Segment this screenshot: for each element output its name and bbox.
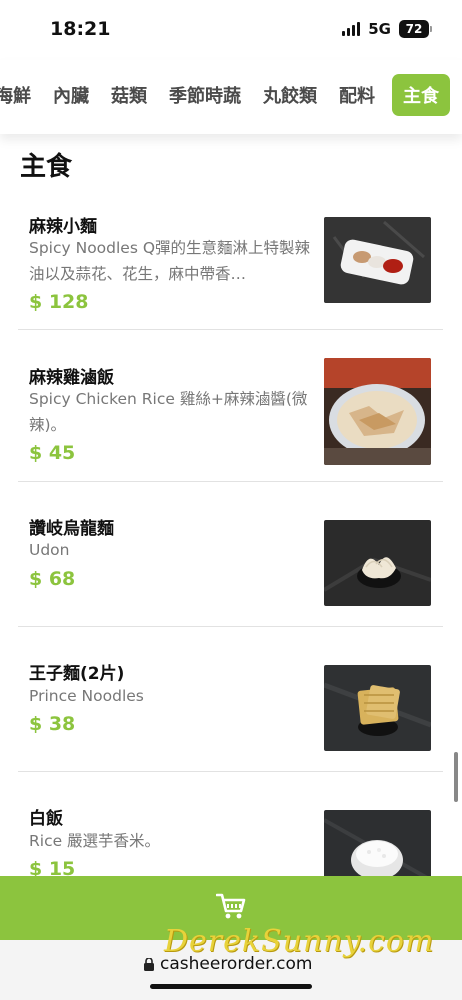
tab-dumplings[interactable]: 丸餃類 (252, 74, 328, 116)
tab-mushrooms[interactable]: 菇類 (100, 74, 158, 116)
menu-item[interactable]: 麻辣小麵 Spicy Noodles Q彈的生意麵淋上特製辣油以及蒜花、花生，麻… (18, 196, 443, 330)
section-title: 主食 (20, 152, 73, 182)
item-name: 麻辣雞滷飯 (29, 368, 114, 388)
item-description: Spicy Chicken Rice 雞絲+麻辣滷醬(微辣)。 (29, 390, 308, 434)
battery-icon: 72 (399, 20, 432, 38)
tab-toppings[interactable]: 配料 (328, 74, 386, 116)
signal-icon (342, 22, 361, 36)
item-name: 白飯 (29, 809, 63, 829)
item-description: Rice 嚴選芋香米。 (29, 832, 161, 850)
menu-item[interactable]: 讚岐烏龍麵 Udon $ 68 (18, 482, 443, 627)
battery-level: 72 (399, 20, 429, 38)
item-description: Spicy Noodles Q彈的生意麵淋上特製辣油以及蒜花、花生，麻中帶香… (29, 239, 311, 283)
tab-seafood[interactable]: 海鮮 (0, 74, 42, 116)
tab-staples[interactable]: 主食 (392, 74, 450, 116)
tab-row: 海鮮 內臟 菇類 季節時蔬 丸餃類 配料 主食 (0, 74, 450, 116)
item-price: $ 45 (29, 442, 76, 464)
scrollbar[interactable] (454, 752, 458, 802)
menu-item[interactable]: 王子麵(2片) Prince Noodles $ 38 (18, 627, 443, 772)
item-price: $ 128 (29, 291, 89, 313)
food-image[interactable] (324, 520, 431, 606)
status-bar: 18:21 5G 72 (0, 0, 462, 56)
status-time: 18:21 (50, 18, 111, 40)
home-indicator[interactable] (150, 984, 312, 989)
status-indicators: 5G 72 (342, 20, 432, 38)
lock-icon (144, 956, 154, 975)
item-description: Prince Noodles (29, 687, 144, 705)
cart-icon (215, 892, 246, 924)
item-price: $ 38 (29, 713, 76, 735)
tab-offal[interactable]: 內臟 (42, 74, 100, 116)
watermark: DerekSunny.com (164, 924, 435, 959)
menu-item[interactable]: 麻辣雞滷飯 Spicy Chicken Rice 雞絲+麻辣滷醬(微辣)。 $ … (18, 331, 443, 482)
item-name: 王子麵(2片) (29, 664, 125, 684)
item-name: 麻辣小麵 (29, 217, 97, 237)
item-description: Udon (29, 541, 70, 559)
category-tabs: 海鮮 內臟 菇類 季節時蔬 丸餃類 配料 主食 (0, 60, 462, 134)
network-type: 5G (368, 20, 391, 38)
item-name: 讚岐烏龍麵 (29, 519, 114, 539)
food-image[interactable] (324, 665, 431, 751)
tab-seasonal-veg[interactable]: 季節時蔬 (158, 74, 252, 116)
item-price: $ 68 (29, 568, 76, 590)
food-image[interactable] (324, 358, 431, 465)
food-image[interactable] (324, 217, 431, 303)
